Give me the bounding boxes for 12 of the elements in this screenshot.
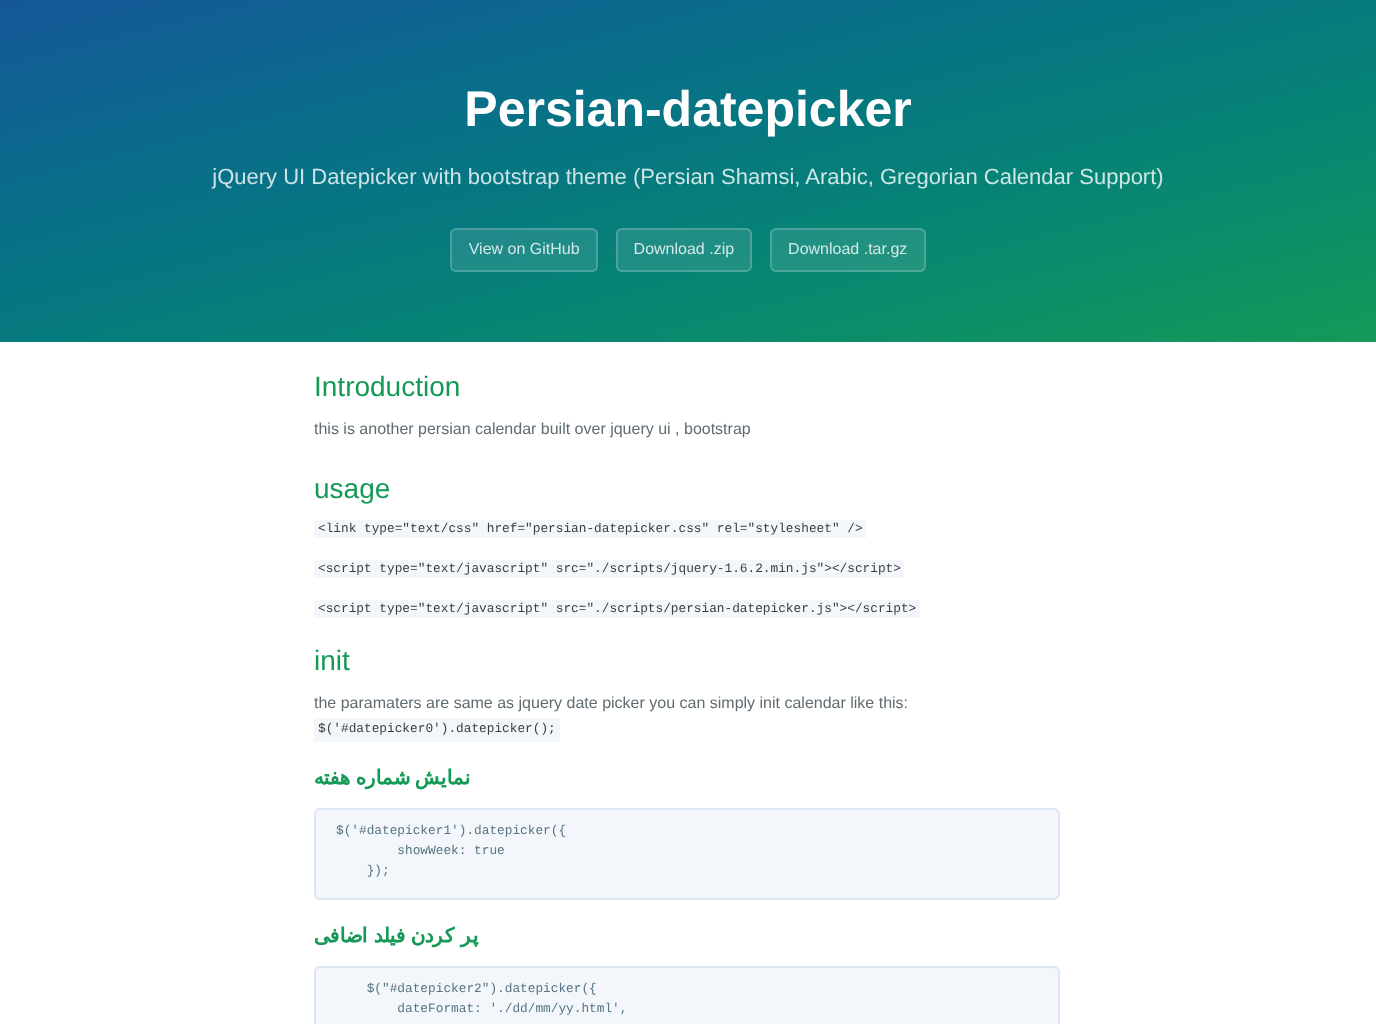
download-link-button[interactable]: Download .zip	[615, 227, 753, 271]
section-heading: usage	[314, 470, 393, 508]
download-link-button[interactable]: View on GitHub	[450, 227, 598, 271]
section-heading: Introduction	[314, 368, 463, 406]
subsection-heading: نمایش شماره هفته	[314, 766, 472, 794]
subsection-heading: پر کردن فیلد اضافی	[314, 924, 479, 952]
tagline: jQuery UI Datepicker with bootstrap theme (Persian Shamsi, Arabic, Gregorian Calendar Support)	[212, 164, 1164, 194]
page-title: Persian-datepicker	[464, 80, 912, 142]
download-link-button[interactable]: Download .tar.gz	[770, 227, 926, 271]
paragraph: the paramaters are same as jquery date picker you can simply init calendar like this:	[314, 692, 909, 716]
section-heading: init	[314, 642, 352, 680]
paragraph: this is another persian calendar built over jquery ui , bootstrap	[314, 418, 753, 442]
